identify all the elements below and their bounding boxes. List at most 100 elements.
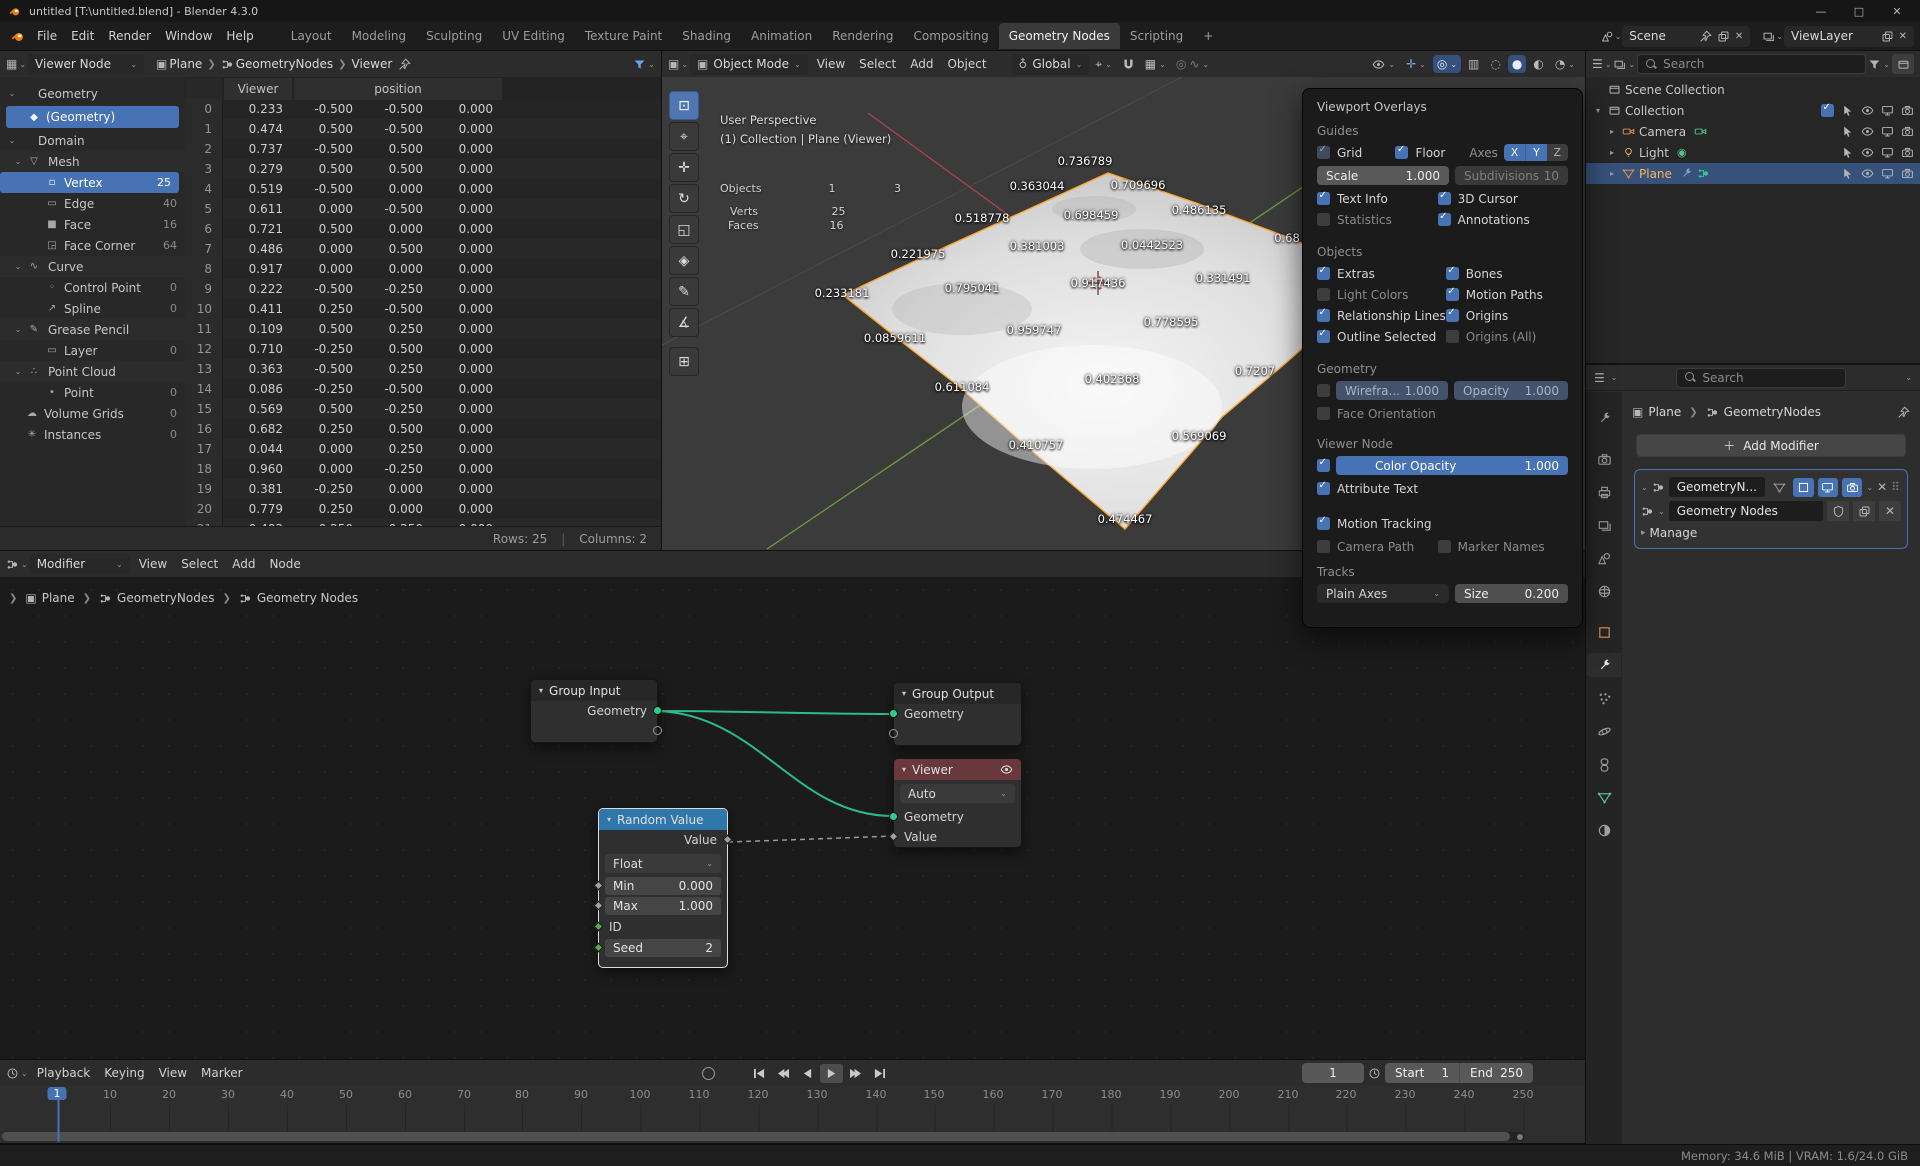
tool-button[interactable]: ⊞ <box>669 347 699 376</box>
outliner-row-collection[interactable]: ▾ Collection <box>1586 100 1920 121</box>
tab-particles[interactable] <box>1589 686 1619 710</box>
workspace-tab[interactable]: Texture Paint <box>575 25 672 47</box>
filter-funnel-icon[interactable] <box>1868 58 1881 71</box>
node-random-value[interactable]: ▾Random Value Value Float⌄ Min0.000 Max1… <box>598 808 728 968</box>
editor-type-icon[interactable]: ▦ <box>6 57 17 71</box>
collection-checkbox[interactable] <box>1821 104 1834 117</box>
tool-button[interactable]: ↻ <box>669 184 699 213</box>
selectable-icon[interactable] <box>1841 125 1854 138</box>
sidebar-item[interactable]: ▭ Layer 0 <box>0 340 185 361</box>
menu-item[interactable]: Add <box>903 55 940 73</box>
editor-type-icon[interactable]: ☰ <box>1594 371 1605 385</box>
tab-world[interactable] <box>1589 579 1619 603</box>
sidebar-item[interactable]: ⌄ ∴ Point Cloud <box>0 361 185 382</box>
hide-eye-icon[interactable] <box>1861 167 1874 180</box>
render-disable-icon[interactable] <box>1901 146 1914 159</box>
grid-scale-slider[interactable]: Scale1.000 <box>1317 166 1449 185</box>
node-group-output[interactable]: ▾Group Output Geometry <box>893 682 1022 746</box>
workspace-tab[interactable]: Shading <box>672 25 741 47</box>
auto-key-toggle[interactable] <box>702 1067 715 1080</box>
hide-eye-icon[interactable] <box>1861 125 1874 138</box>
sidebar-item[interactable]: ⌄ ∿ Curve <box>0 256 185 277</box>
face-orientation-checkbox[interactable]: Face Orientation <box>1317 404 1436 423</box>
xray-toggle[interactable]: ▥ <box>1464 55 1483 73</box>
unlink-node-tree-button[interactable]: ✕ <box>1879 501 1901 521</box>
sidebar-item[interactable]: ✳ Instances 0 <box>0 424 185 445</box>
viewport-disable-icon[interactable] <box>1881 125 1894 138</box>
snap-settings-dropdown[interactable]: ▦⌄ <box>1141 55 1170 73</box>
hide-eye-icon[interactable] <box>1861 146 1874 159</box>
viewlayer-selector[interactable]: ViewLayer ✕ <box>1784 26 1914 47</box>
use-preview-range-icon[interactable] <box>1368 1067 1381 1080</box>
max-field[interactable]: Max1.000 <box>605 897 721 915</box>
jump-to-end-button[interactable] <box>868 1064 891 1083</box>
tab-view-layer[interactable] <box>1589 513 1619 537</box>
shading-solid-button[interactable]: ● <box>1508 55 1526 73</box>
overlay-checkbox[interactable]: Annotations <box>1438 210 1568 229</box>
copy-icon[interactable] <box>1881 30 1894 43</box>
workspace-tab[interactable]: Rendering <box>822 25 903 47</box>
overlay-checkbox[interactable]: Outline Selected <box>1317 327 1446 346</box>
unlink-icon[interactable]: ✕ <box>1735 31 1743 42</box>
render-disable-icon[interactable] <box>1901 167 1914 180</box>
pin-icon[interactable] <box>1699 30 1712 43</box>
node-tree-name-field[interactable]: Geometry Nodes <box>1669 501 1823 521</box>
tool-button[interactable]: ◱ <box>669 215 699 244</box>
data-type-dropdown[interactable]: Float⌄ <box>605 854 721 873</box>
tool-button[interactable]: ⊡ <box>669 91 699 120</box>
tool-button[interactable]: ◈ <box>669 246 699 275</box>
play-reverse-button[interactable] <box>796 1064 819 1083</box>
realtime-toggle[interactable] <box>1818 478 1838 497</box>
menu-item[interactable]: Object <box>940 55 993 73</box>
expand-modifier-icon[interactable]: ⌄ <box>1641 483 1648 492</box>
workspace-tab[interactable]: UV Editing <box>492 25 575 47</box>
sidebar-item[interactable]: ◆ (Geometry) <box>6 106 179 128</box>
table-row[interactable]: 4 0.519 -0.500 0.000 0.000 <box>185 179 661 199</box>
menu-item[interactable]: Keying <box>97 1064 151 1082</box>
properties-search-input[interactable]: Search <box>1676 368 1846 388</box>
eye-icon[interactable] <box>1000 763 1013 776</box>
table-row[interactable]: 14 0.086 -0.250 -0.500 0.000 <box>185 379 661 399</box>
menu-item[interactable]: View <box>810 55 852 73</box>
fake-user-shield-button[interactable] <box>1827 501 1849 521</box>
outliner-row-scene-collection[interactable]: Scene Collection <box>1586 79 1920 100</box>
workspace-tab[interactable]: Compositing <box>903 25 998 47</box>
playhead[interactable]: 1 <box>48 1086 67 1101</box>
prev-keyframe-button[interactable] <box>772 1064 795 1083</box>
remove-icon[interactable]: ✕ <box>1899 31 1907 42</box>
outliner-row-plane[interactable]: ▸ Plane <box>1586 163 1920 184</box>
remove-modifier-button[interactable]: ✕ <box>1877 480 1887 494</box>
sidebar-item[interactable]: ◲ Face Corner 64 <box>0 235 185 256</box>
spreadsheet-mode-dropdown[interactable]: Viewer Node⌄ <box>28 54 144 75</box>
pin-icon[interactable] <box>1897 406 1910 419</box>
overlay-checkbox[interactable]: Origins (All) <box>1446 327 1568 346</box>
overlay-checkbox[interactable]: Statistics <box>1317 210 1438 229</box>
overlay-checkbox[interactable]: Light Colors <box>1317 285 1446 304</box>
drag-handle[interactable]: ⠿ <box>1891 480 1901 494</box>
on-cage-toggle[interactable] <box>1793 478 1813 497</box>
selectable-icon[interactable] <box>1841 104 1854 117</box>
tab-scene[interactable] <box>1589 546 1619 570</box>
tool-button[interactable]: ✎ <box>669 277 699 306</box>
viewlayer-browse-icon[interactable] <box>1762 30 1775 43</box>
workspace-tab[interactable]: Layout <box>281 25 342 47</box>
add-modifier-button[interactable]: ＋Add Modifier <box>1636 434 1906 457</box>
tool-button[interactable]: ⌖ <box>669 122 699 151</box>
table-row[interactable]: 20 0.779 0.250 0.000 0.000 <box>185 499 661 519</box>
menu-item[interactable]: Render <box>101 27 158 45</box>
display-mode-icon[interactable]: ☰ <box>1592 57 1603 71</box>
shading-rendered-button[interactable]: ◔⌄ <box>1551 55 1579 73</box>
node-group-input[interactable]: ▾Group Input Geometry <box>530 679 658 743</box>
jump-to-start-button[interactable] <box>748 1064 771 1083</box>
tab-material[interactable] <box>1589 818 1619 842</box>
copy-icon[interactable] <box>1717 30 1730 43</box>
copy-node-tree-button[interactable] <box>1853 501 1875 521</box>
timeline-ruler-area[interactable]: 10 20 30 40 <box>0 1086 1585 1143</box>
modifier-name-field[interactable]: GeometryN... <box>1669 477 1765 497</box>
filter-funnel-icon[interactable] <box>633 58 646 71</box>
menu-item[interactable]: Help <box>219 27 260 45</box>
table-row[interactable]: 18 0.960 0.000 -0.250 0.000 <box>185 459 661 479</box>
tab-object[interactable] <box>1589 620 1619 644</box>
virtual-socket[interactable] <box>889 729 898 738</box>
sidebar-item[interactable]: ⌄ Geometry <box>0 83 185 104</box>
